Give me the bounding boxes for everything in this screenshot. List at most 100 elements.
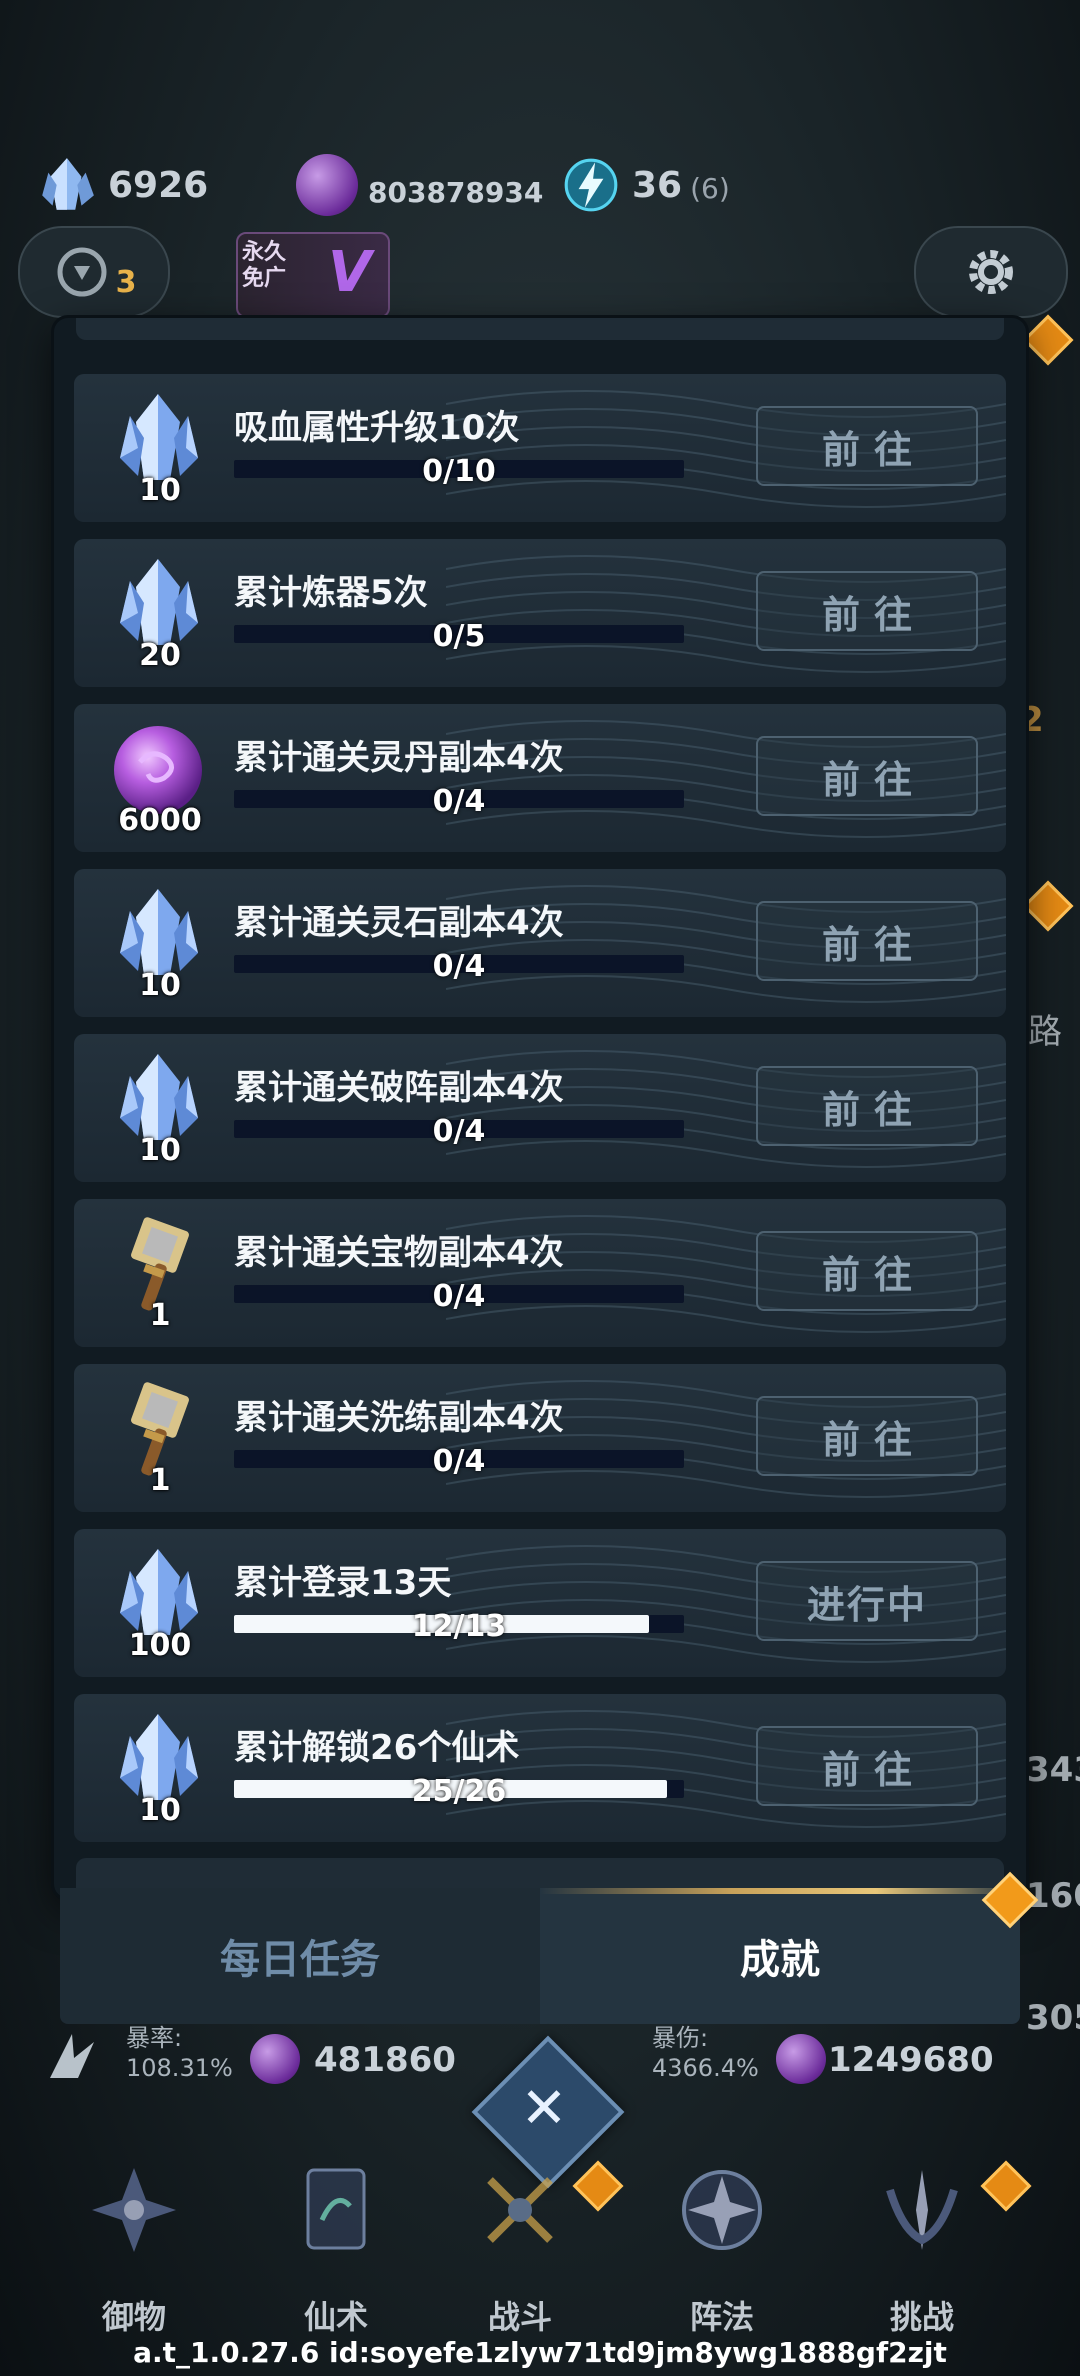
go-button[interactable]: 前往 xyxy=(756,1396,978,1476)
task-title: 累计通关灵石副本4次 xyxy=(234,903,564,943)
crit-icon xyxy=(50,2034,94,2078)
progress-bar: 0/4 xyxy=(234,1114,684,1149)
nav-label: 战斗 xyxy=(487,2298,552,2336)
crit-rate-cost: 481860 xyxy=(314,2040,456,2080)
crystal-count: 6926 xyxy=(108,164,209,206)
nav-item-challenge[interactable]: 挑战 xyxy=(842,2140,1002,2340)
battle-icon xyxy=(487,2177,553,2243)
settings-button[interactable] xyxy=(914,226,1068,318)
task-row: 10 吸血属性升级10次 0/10 前往 xyxy=(74,374,1006,522)
go-button[interactable]: 前往 xyxy=(756,1066,978,1146)
nav-label: 御物 xyxy=(101,2298,166,2336)
task-row: 10 累计通关破阵副本4次 0/4 前往 xyxy=(74,1034,1006,1182)
tab-daily-label: 每日任务 xyxy=(220,1937,380,1983)
reward: 10 xyxy=(100,1048,220,1168)
reward-qty: 6000 xyxy=(118,803,202,838)
go-button[interactable]: 前往 xyxy=(756,1231,978,1311)
list-item-partial xyxy=(76,318,1004,340)
crystal-icon xyxy=(42,158,94,210)
reward: 100 xyxy=(100,1543,220,1663)
task-row: 100 累计登录13天 12/13 进行中 xyxy=(74,1529,1006,1677)
energy-count: 36 xyxy=(632,164,683,206)
task-title: 累计通关宝物副本4次 xyxy=(234,1233,564,1273)
nav-label: 仙术 xyxy=(303,2298,368,2336)
energy-resource: 36 (6) xyxy=(560,140,730,230)
progress-text: 0/4 xyxy=(432,949,486,984)
reward-qty: 1 xyxy=(149,1463,171,1498)
challenge-icon xyxy=(886,2170,958,2250)
nav-item-battle[interactable]: 战斗 xyxy=(440,2140,600,2340)
crit-dmg-label: 暴伤: xyxy=(652,2024,709,2052)
go-button[interactable]: 前往 xyxy=(756,1726,978,1806)
task-row: 10 累计解锁26个仙术 25/26 前往 xyxy=(74,1694,1006,1842)
task-row: 20 累计炼器5次 0/5 前往 xyxy=(74,539,1006,687)
side-count: 343 xyxy=(1026,1750,1080,1790)
task-list[interactable]: 10 吸血属性升级10次 0/10 前往 20 累计炼器5次 0/5 前往 6000 累计通关灵丹… xyxy=(74,374,1006,1859)
go-button[interactable]: 前往 xyxy=(756,736,978,816)
orb-icon xyxy=(296,154,358,216)
progress-bar: 0/5 xyxy=(234,619,684,654)
reward-qty: 20 xyxy=(139,638,181,673)
nav-label: 挑战 xyxy=(889,2298,954,2336)
task-row: 1 累计通关宝物副本4次 0/4 前往 xyxy=(74,1199,1006,1347)
task-title: 吸血属性升级10次 xyxy=(234,408,520,448)
progress-text: 0/4 xyxy=(432,784,486,819)
task-title: 累计通关破阵副本4次 xyxy=(234,1068,564,1108)
gear-icon xyxy=(969,250,1013,294)
energy-extra: (6) xyxy=(690,171,730,205)
progress-bar: 12/13 xyxy=(234,1609,684,1644)
progress-bar: 0/10 xyxy=(234,454,684,489)
reward: 6000 xyxy=(100,718,220,838)
orb-count: 803878934 xyxy=(368,175,544,209)
progress-bar: 0/4 xyxy=(234,949,684,984)
refresh-button[interactable]: 3 xyxy=(18,226,170,318)
task-title: 累计解锁26个仙术 xyxy=(234,1728,520,1768)
progress-text: 25/26 xyxy=(411,1774,507,1809)
vip-badge-text: 永久免广 xyxy=(242,240,287,291)
achievement-panel: 10 吸血属性升级10次 0/10 前往 20 累计炼器5次 0/5 前往 6000 累计通关灵丹… xyxy=(54,318,1026,1898)
nav-item-formation[interactable]: 阵法 xyxy=(642,2140,802,2340)
refresh-count: 3 xyxy=(115,264,137,300)
reward: 1 xyxy=(100,1213,220,1333)
go-button[interactable]: 前往 xyxy=(756,901,978,981)
reward-qty: 100 xyxy=(128,1628,192,1663)
resource-bar: 6926 803878934 36 (6) xyxy=(0,140,1080,230)
progress-text: 0/4 xyxy=(432,1279,486,1314)
reward: 10 xyxy=(100,388,220,508)
task-title: 累计炼器5次 xyxy=(234,573,428,613)
weapon-icon xyxy=(92,2168,176,2252)
progress-text: 0/5 xyxy=(432,619,486,654)
build-id: a.t_1.0.27.6 id:soyefe1zlyw71td9jm8ywg18… xyxy=(133,2336,947,2369)
orb-icon xyxy=(250,2034,300,2084)
reward: 20 xyxy=(100,553,220,673)
reward-qty: 10 xyxy=(139,968,181,1003)
progress-text: 12/13 xyxy=(411,1609,507,1644)
in-progress-button[interactable]: 进行中 xyxy=(756,1561,978,1641)
task-title: 累计通关灵丹副本4次 xyxy=(234,738,564,778)
task-row: 1 累计通关洗练副本4次 0/4 前往 xyxy=(74,1364,1006,1512)
task-title: 累计登录13天 xyxy=(234,1563,452,1603)
lightning-icon xyxy=(564,158,618,212)
formation-icon xyxy=(682,2170,762,2250)
crit-rate-value: 108.31% xyxy=(126,2054,233,2082)
progress-bar: 25/26 xyxy=(234,1774,684,1809)
go-button[interactable]: 前往 xyxy=(756,571,978,651)
refresh-icon xyxy=(57,247,107,297)
go-button[interactable]: 前往 xyxy=(756,406,978,486)
task-row: 10 累计通关灵石副本4次 0/4 前往 xyxy=(74,869,1006,1017)
nav-item-weapons[interactable]: 御物 xyxy=(54,2140,214,2340)
orb-resource: 803878934 xyxy=(296,140,543,230)
vip-letter: V xyxy=(328,240,372,305)
nav-item-spells[interactable]: 仙术 xyxy=(256,2140,416,2340)
reward-qty: 10 xyxy=(139,1133,181,1168)
progress-text: 0/4 xyxy=(432,1114,486,1149)
vip-badge[interactable]: 永久免广 V xyxy=(236,232,396,324)
progress-bar: 0/4 xyxy=(234,1279,684,1314)
progress-bar: 0/4 xyxy=(234,1444,684,1479)
crit-dmg-value: 4366.4% xyxy=(652,2054,759,2082)
orb-icon xyxy=(776,2034,826,2084)
card-icon xyxy=(306,2168,366,2250)
task-title: 累计通关洗练副本4次 xyxy=(234,1398,564,1438)
reward-qty: 10 xyxy=(139,473,181,508)
crit-dmg-cost: 1249680 xyxy=(828,2040,994,2080)
